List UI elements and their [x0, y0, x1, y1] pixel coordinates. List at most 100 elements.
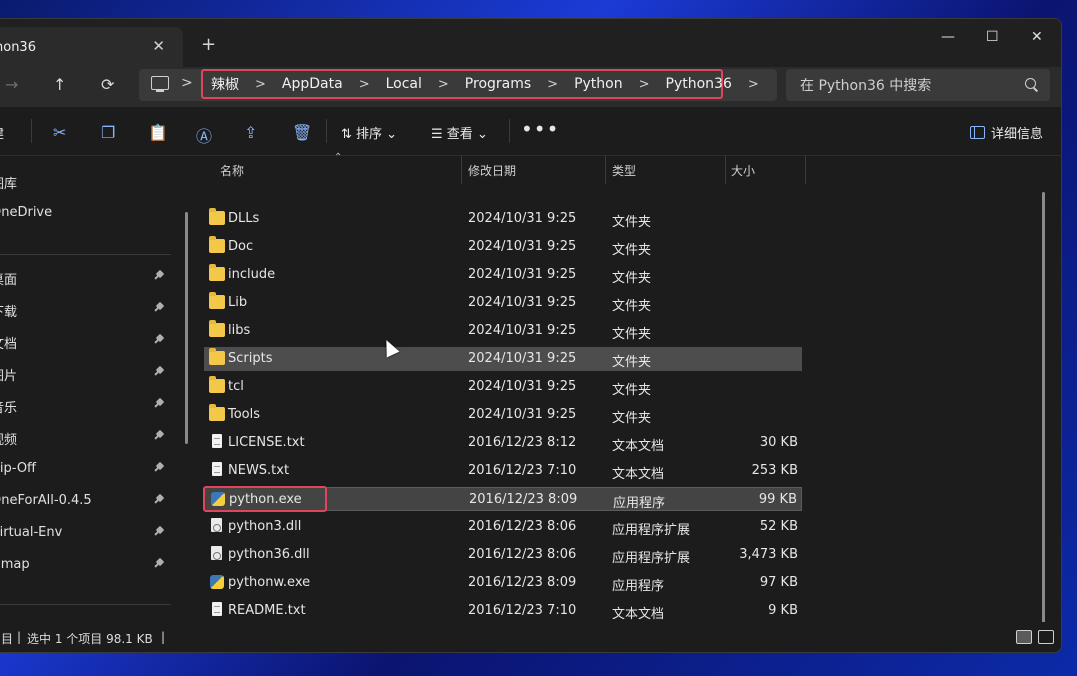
rename-icon[interactable]: Ⓐ: [196, 123, 212, 147]
sort-button[interactable]: ⇅ 排序 ⌄: [341, 123, 397, 142]
tiles-view-icon[interactable]: [1038, 630, 1054, 644]
column-divider[interactable]: [461, 156, 462, 184]
status-bar-divider: |: [17, 630, 22, 644]
file-row[interactable]: Scripts 2024/10/31 9:25 文件夹: [204, 347, 802, 371]
file-row[interactable]: python.exe 2016/12/23 8:09 应用程序 99 KB: [203, 486, 802, 512]
column-divider[interactable]: [725, 156, 726, 184]
sidebar-item[interactable]: Virtual-Env: [0, 521, 181, 545]
close-window-icon[interactable]: ✕: [1031, 29, 1043, 45]
file-type: 文件夹: [612, 215, 652, 230]
file-size: 52 KB: [759, 519, 798, 534]
document-icon: [212, 602, 222, 616]
toolbar-divider: [31, 119, 32, 143]
file-row[interactable]: include 2024/10/31 9:25 文件夹: [204, 263, 802, 287]
file-row[interactable]: DLLs 2024/10/31 9:25 文件夹: [204, 207, 802, 231]
breadcrumb-item[interactable]: Python36: [666, 76, 732, 92]
copy-icon[interactable]: ❐: [101, 123, 115, 142]
chevron-right-icon[interactable]: >: [438, 77, 449, 92]
file-date: 2024/10/31 9:25: [468, 407, 577, 422]
delete-icon[interactable]: 🗑: [292, 123, 312, 142]
chevron-right-icon[interactable]: >: [639, 77, 650, 92]
file-row[interactable]: pythonw.exe 2016/12/23 8:09 应用程序 97 KB: [204, 571, 802, 595]
sidebar-item-label: 图片: [0, 369, 18, 384]
chevron-right-icon[interactable]: >: [255, 77, 266, 92]
sidebar-item[interactable]: 图片: [0, 361, 181, 385]
computer-icon[interactable]: [151, 76, 169, 92]
chevron-right-icon[interactable]: >: [547, 77, 558, 92]
dll-icon: [211, 518, 222, 532]
file-row[interactable]: README.txt 2016/12/23 7:10 文本文档 9 KB: [204, 599, 802, 623]
breadcrumb-item[interactable]: 辣椒: [211, 74, 239, 94]
more-options-icon[interactable]: •••: [521, 117, 559, 141]
breadcrumb-item[interactable]: Python: [574, 76, 623, 92]
file-row[interactable]: Tools 2024/10/31 9:25 文件夹: [204, 403, 802, 427]
sidebar-item[interactable]: 图库: [0, 169, 181, 193]
navigation-bar: → ↑ ⟳ > 辣椒 > AppData > Local > Programs > Python…: [0, 67, 1061, 107]
new-button[interactable]: 建: [0, 123, 4, 142]
folder-icon: [209, 208, 225, 225]
search-icon[interactable]: [1025, 78, 1036, 89]
sidebar-item[interactable]: 文档: [0, 329, 181, 353]
file-row[interactable]: libs 2024/10/31 9:25 文件夹: [204, 319, 802, 343]
file-row[interactable]: tcl 2024/10/31 9:25 文件夹: [204, 375, 802, 399]
chevron-right-icon[interactable]: >: [359, 77, 370, 92]
search-box[interactable]: 在 Python36 中搜索: [786, 69, 1050, 101]
column-header-size[interactable]: 大小: [731, 156, 755, 184]
sort-ascending-icon: ⌃: [334, 152, 343, 163]
toolbar-divider: [326, 119, 327, 143]
document-icon: [212, 462, 222, 476]
sidebar-item-label: 音乐: [0, 401, 18, 416]
sidebar-item-label: OneForAll-0.4.5: [0, 493, 92, 508]
pin-icon: [155, 461, 165, 471]
file-row[interactable]: python36.dll 2016/12/23 8:06 应用程序扩展 3,473 K…: [204, 543, 802, 567]
sidebar-item[interactable]: 音乐: [0, 393, 181, 417]
file-list-scrollbar[interactable]: [1042, 192, 1045, 628]
close-tab-icon[interactable]: ✕: [152, 37, 165, 55]
sidebar-item[interactable]: Nmap: [0, 553, 181, 577]
file-row[interactable]: python3.dll 2016/12/23 8:06 应用程序扩展 52 KB: [204, 515, 802, 539]
paste-icon[interactable]: 📋: [148, 123, 168, 142]
folder-icon: [209, 236, 225, 253]
forward-icon[interactable]: →: [5, 75, 18, 94]
file-type: 应用程序扩展: [612, 551, 691, 566]
chevron-right-icon[interactable]: >: [181, 75, 193, 91]
sidebar-item[interactable]: 视频: [0, 425, 181, 449]
tab-python36[interactable]: hon36 ✕: [0, 27, 183, 67]
title-bar: hon36 ✕ + — ☐ ✕: [0, 19, 1061, 67]
column-header-type[interactable]: 类型: [612, 156, 636, 184]
search-input[interactable]: 在 Python36 中搜索: [800, 75, 931, 95]
file-row[interactable]: NEWS.txt 2016/12/23 7:10 文本文档 253 KB: [204, 459, 802, 483]
share-icon[interactable]: ⇪: [244, 123, 257, 142]
breadcrumb-item[interactable]: Programs: [465, 76, 531, 92]
maximize-icon[interactable]: ☐: [986, 29, 999, 45]
sidebar-item-label: Zip-Off: [0, 461, 37, 476]
view-button[interactable]: ☰ 查看 ⌄: [431, 123, 488, 142]
address-bar[interactable]: > 辣椒 > AppData > Local > Programs > Python > Pytho…: [139, 69, 777, 101]
file-row[interactable]: Lib 2024/10/31 9:25 文件夹: [204, 291, 802, 315]
sidebar-item[interactable]: OneForAll-0.4.5: [0, 489, 181, 513]
refresh-icon[interactable]: ⟳: [101, 75, 114, 94]
column-divider[interactable]: [605, 156, 606, 184]
sidebar-item[interactable]: 桌面: [0, 265, 181, 289]
sidebar-item[interactable]: Zip-Off: [0, 457, 181, 481]
cut-icon[interactable]: ✂: [53, 123, 66, 142]
new-tab-icon[interactable]: +: [201, 34, 216, 55]
breadcrumb-item[interactable]: Local: [386, 76, 422, 92]
chevron-right-icon[interactable]: >: [748, 77, 759, 92]
details-view-icon[interactable]: [1016, 630, 1032, 644]
up-icon[interactable]: ↑: [53, 75, 66, 94]
pin-icon: [155, 365, 165, 375]
file-row[interactable]: Doc 2024/10/31 9:25 文件夹: [204, 235, 802, 259]
column-header-date[interactable]: 修改日期: [468, 156, 516, 184]
sidebar-item[interactable]: 下载: [0, 297, 181, 321]
minimize-icon[interactable]: —: [941, 29, 955, 45]
file-size: 9 KB: [768, 603, 798, 618]
details-pane-button[interactable]: 详细信息: [969, 123, 1043, 142]
sidebar-scrollbar[interactable]: [185, 212, 188, 444]
file-date: 2016/12/23 7:10: [468, 463, 577, 478]
column-header-name[interactable]: 名称: [220, 156, 244, 184]
file-row[interactable]: LICENSE.txt 2016/12/23 8:12 文本文档 30 KB: [204, 431, 802, 455]
sidebar-item[interactable]: OneDrive: [0, 201, 181, 225]
column-divider[interactable]: [805, 156, 806, 184]
breadcrumb-item[interactable]: AppData: [282, 76, 343, 92]
